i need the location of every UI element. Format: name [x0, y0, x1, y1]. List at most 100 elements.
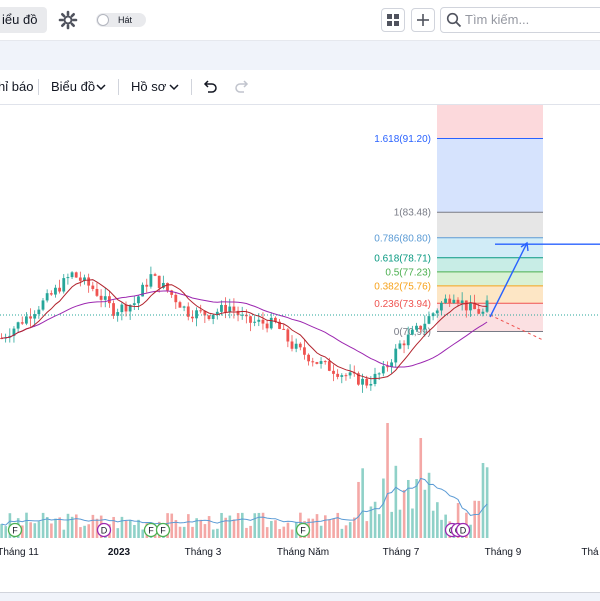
volume-bar — [261, 512, 265, 538]
layout-grid-button[interactable] — [381, 8, 405, 32]
candle-body — [423, 323, 427, 330]
volume-bar — [328, 519, 331, 538]
chart-toolbar: hỉ báo Biểu đồ Hồ sơ — [0, 70, 600, 105]
volume-bar — [0, 524, 3, 538]
volume-bar — [170, 513, 174, 538]
volume-bar — [411, 508, 414, 538]
candle-body — [132, 303, 136, 305]
volume-bar — [232, 519, 236, 538]
candle-body — [464, 300, 468, 311]
candle-body — [87, 277, 91, 286]
profile-menu[interactable]: Hồ sơ — [131, 70, 166, 104]
theme-toggle[interactable]: Hát — [96, 13, 146, 27]
volume-bar — [423, 489, 427, 538]
volume-bar — [394, 465, 398, 538]
x-axis-label: Tháng 3 — [185, 547, 222, 558]
volume-bar — [4, 526, 8, 538]
alerts-menu[interactable]: hỉ báo — [0, 70, 33, 104]
undo-icon[interactable] — [202, 80, 218, 94]
candle-body — [365, 378, 369, 386]
candle-body — [344, 375, 348, 377]
candle-body — [178, 302, 182, 308]
candle-body — [166, 282, 169, 291]
event-marker-letter: D — [460, 526, 467, 536]
candle-body — [78, 277, 82, 281]
volume-bar — [373, 501, 377, 538]
fib-zone — [437, 212, 543, 238]
search-placeholder: Tìm kiếm... — [465, 12, 530, 27]
chart-menu-button[interactable]: iểu đồ — [0, 7, 48, 33]
volume-bar — [25, 512, 28, 538]
chevron-down-icon[interactable] — [96, 83, 106, 91]
fib-level-label: 1(83.48) — [394, 208, 431, 219]
chart-menu[interactable]: Biểu đồ — [51, 70, 95, 104]
search-input[interactable]: Tìm kiếm... — [440, 7, 600, 33]
candle-body — [112, 303, 115, 316]
volume-bar — [382, 478, 385, 538]
volume-bar — [124, 520, 128, 538]
volume-bar — [386, 423, 389, 538]
candle-body — [49, 293, 53, 295]
price-chart[interactable]: 1.618(91.20) 1(83.48) 0.786(80.80) 0.618(78… — [0, 105, 600, 565]
fib-level-label: 1.618(91.20) — [374, 134, 431, 145]
volume-bar — [365, 521, 369, 538]
candle-body — [232, 306, 236, 311]
volume-bar — [199, 519, 203, 538]
volume-bar — [361, 468, 364, 538]
fib-level-label: 0.5(77.23) — [385, 267, 431, 278]
volume-bar — [286, 522, 290, 538]
toggle-label: Hát — [118, 15, 133, 25]
fib-zone — [437, 303, 543, 332]
add-button[interactable] — [411, 8, 435, 32]
candle-body — [427, 316, 431, 324]
candle-body — [402, 343, 406, 346]
volume-bar — [440, 519, 443, 538]
volume-bar — [282, 526, 286, 538]
event-marker-letter: D — [101, 526, 108, 536]
volume-bar — [62, 529, 66, 538]
candle-body — [394, 348, 398, 363]
candle-body — [460, 300, 464, 303]
candle-body — [340, 375, 344, 377]
candle-body — [369, 383, 373, 386]
volume-bar — [45, 517, 49, 538]
gear-icon[interactable] — [58, 10, 78, 30]
candle-body — [66, 277, 70, 279]
volume-bar — [485, 467, 489, 538]
candle-body — [315, 362, 319, 364]
candle-body — [37, 309, 41, 315]
volume-bar — [332, 518, 335, 538]
candle-body — [16, 322, 20, 329]
candle-body — [377, 373, 381, 375]
candle-body — [191, 316, 194, 319]
volume-bar — [203, 524, 207, 538]
volume-bar — [278, 529, 281, 538]
candle-body — [54, 287, 57, 295]
volume-bar — [481, 463, 485, 538]
volume-bar — [241, 512, 244, 538]
volume-bar — [79, 527, 82, 538]
candle-body — [211, 314, 215, 319]
volume-bar — [83, 525, 86, 538]
candle-body — [157, 275, 161, 288]
toolbar-divider — [118, 79, 119, 95]
candle-body — [390, 362, 393, 367]
candle-body — [381, 366, 385, 374]
chevron-down-icon[interactable] — [169, 83, 179, 91]
candle-body — [25, 316, 28, 324]
candle-body — [456, 299, 460, 303]
candle-body — [120, 304, 124, 313]
volume-bar — [473, 500, 476, 538]
volume-bar — [87, 524, 91, 538]
fib-level-label: 0.618(78.71) — [374, 253, 431, 264]
grid-icon — [387, 14, 399, 26]
x-axis-label: Tháng 7 — [383, 547, 420, 558]
candle-body — [481, 311, 485, 314]
candle-body — [257, 319, 261, 322]
volume-bar — [357, 481, 360, 538]
x-axis-label: Tháng Năm — [277, 547, 329, 558]
redo-icon[interactable] — [234, 80, 250, 94]
candle-body — [29, 316, 32, 319]
candle-body — [448, 298, 452, 304]
candle-body — [58, 287, 61, 292]
